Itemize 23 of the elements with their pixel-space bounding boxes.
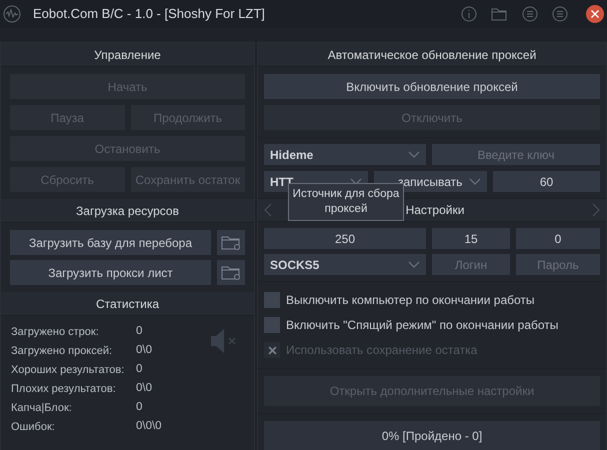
window-title: Eobot.Com B/C - 1.0 - [Shoshy For LZT] xyxy=(33,5,265,24)
section-header: Загрузка ресурсов xyxy=(1,199,254,223)
stat-value: 0 xyxy=(136,362,142,378)
stat-value: 0 xyxy=(136,400,142,416)
stat-label: Капча|Блок: xyxy=(11,400,73,416)
stat-label: Загружено строк: xyxy=(11,324,100,340)
stat-value: 0\0\0 xyxy=(136,419,162,434)
checkbox-label: Использовать сохранение остатка xyxy=(286,342,478,359)
section-header: Статистика xyxy=(1,292,254,316)
stat-value: 0\0 xyxy=(136,381,152,396)
stat-label: Плохих результатов: xyxy=(11,382,117,397)
checkbox-label: Включить "Спящий режим" по окончании работы xyxy=(286,317,558,334)
stat-label: Загружено проксей: xyxy=(11,344,114,359)
stat-label: Ошибок: xyxy=(11,420,56,435)
tooltip: Источник для сбора проксей xyxy=(288,183,404,221)
progress-label: 0% [Пройдено - 0] xyxy=(382,428,482,444)
section-header: Автоматическое обновление проксей xyxy=(258,43,606,67)
section-title: Настройки xyxy=(404,202,464,219)
checkbox-label: Выключить компьютер по окончании работы xyxy=(286,292,535,309)
stat-value: 0\0 xyxy=(136,343,152,358)
stat-label: Хороших результатов: xyxy=(11,362,126,378)
section-header: Управление xyxy=(1,43,254,67)
stat-value: 0 xyxy=(136,324,142,340)
